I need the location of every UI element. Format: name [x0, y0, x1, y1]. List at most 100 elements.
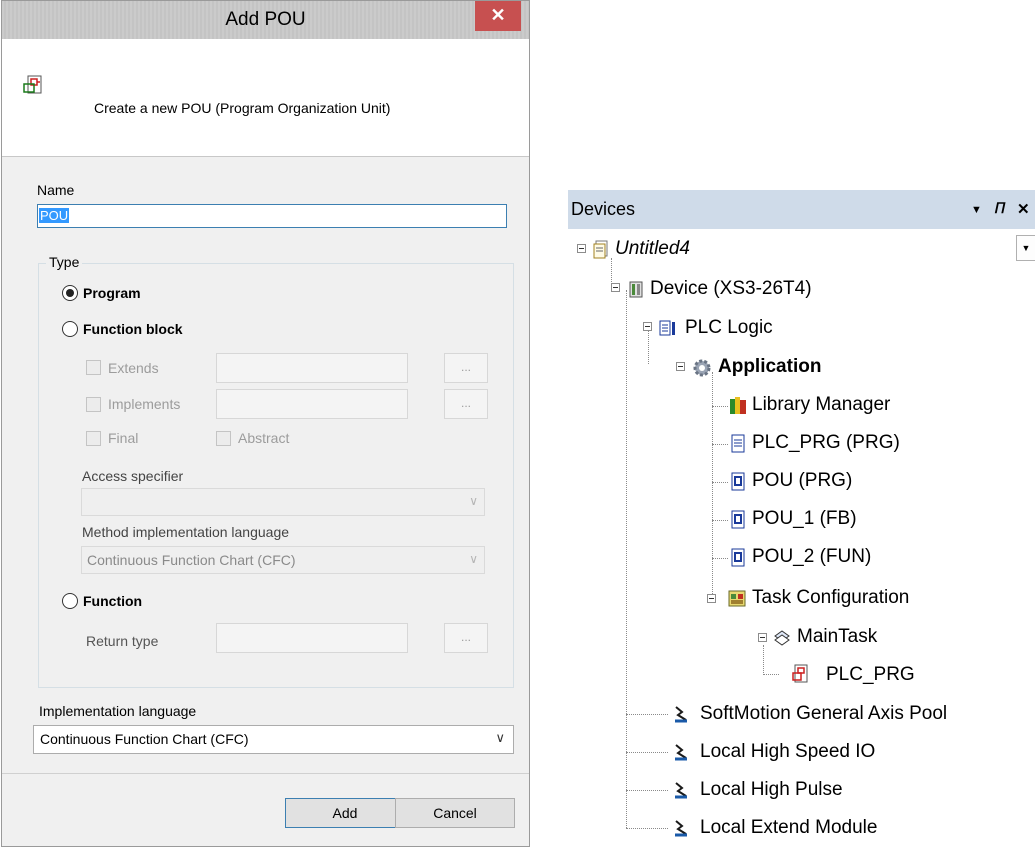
- collapse-toggle[interactable]: [577, 244, 586, 253]
- module-icon: [675, 820, 687, 837]
- add-pou-dialog: Add POU ✕ Create a new POU (Program Orga…: [1, 0, 530, 847]
- chevron-down-icon: ∨: [469, 552, 478, 566]
- name-input[interactable]: POU: [37, 204, 507, 228]
- pou-icon: [731, 472, 745, 491]
- tree-item-pou-prg[interactable]: POU (PRG): [752, 470, 852, 492]
- collapse-toggle[interactable]: [643, 322, 652, 331]
- tree-item-device[interactable]: Device (XS3-26T4): [650, 278, 812, 300]
- tree-item-softmotion-axis-pool[interactable]: SoftMotion General Axis Pool: [700, 703, 947, 725]
- library-books-icon: [730, 397, 746, 414]
- final-label: Final: [108, 430, 139, 446]
- extends-browse-button[interactable]: ...: [444, 353, 488, 383]
- tree-line: [626, 752, 668, 753]
- collapse-toggle[interactable]: [611, 283, 620, 292]
- abstract-label: Abstract: [238, 430, 290, 446]
- tree-line: [763, 674, 779, 675]
- implements-field[interactable]: [216, 389, 408, 419]
- tree-item-pou2-fun[interactable]: POU_2 (FUN): [752, 546, 871, 568]
- plc-logic-icon: [659, 320, 675, 336]
- implementation-language-label: Implementation language: [39, 703, 197, 719]
- tree-item-maintask[interactable]: MainTask: [797, 626, 877, 648]
- pin-icon[interactable]: 𝛱: [995, 200, 1005, 217]
- final-checkbox[interactable]: [86, 431, 101, 446]
- implementation-language-value: Continuous Function Chart (CFC): [40, 731, 249, 747]
- tree-line: [712, 482, 728, 483]
- tree-item-pou1-fb[interactable]: POU_1 (FB): [752, 508, 857, 530]
- cancel-button[interactable]: Cancel: [395, 798, 515, 828]
- method-language-label: Method implementation language: [82, 524, 290, 540]
- return-type-browse-button[interactable]: ...: [444, 623, 488, 653]
- implementation-language-combo[interactable]: Continuous Function Chart (CFC) ∨: [33, 725, 514, 754]
- collapse-toggle[interactable]: [758, 633, 767, 642]
- footer-divider: [2, 773, 529, 774]
- cfc-program-icon: [792, 664, 808, 683]
- function-label[interactable]: Function: [83, 593, 142, 609]
- method-language-value: Continuous Function Chart (CFC): [87, 552, 296, 568]
- devices-header: Devices ▼ 𝛱 ✕: [568, 190, 1035, 229]
- task-icon: [774, 630, 790, 646]
- program-doc-icon: [731, 434, 745, 453]
- access-specifier-combo[interactable]: ∨: [81, 488, 485, 516]
- tree-line: [712, 520, 728, 521]
- module-icon: [675, 706, 687, 723]
- extends-label: Extends: [108, 360, 159, 376]
- dialog-description: Create a new POU (Program Organization U…: [94, 100, 391, 116]
- tree-line: [626, 828, 668, 829]
- chevron-down-icon: ∨: [469, 494, 478, 508]
- dropdown-arrow-icon[interactable]: ▼: [971, 204, 982, 216]
- tree-item-plc-prg-prg[interactable]: PLC_PRG (PRG): [752, 432, 900, 454]
- application-gear-icon: [693, 359, 711, 377]
- tree-item-plc-logic[interactable]: PLC Logic: [685, 317, 773, 339]
- collapse-toggle[interactable]: [707, 594, 716, 603]
- pou-icon: [731, 510, 745, 529]
- pou-icon: [731, 548, 745, 567]
- tree-line: [763, 645, 764, 675]
- tree-line: [712, 558, 728, 559]
- tree-line: [626, 714, 668, 715]
- devices-title: Devices: [571, 199, 636, 219]
- caret-down-icon: ▼: [1021, 243, 1031, 253]
- tree-line: [626, 790, 668, 791]
- add-button[interactable]: Add: [285, 798, 405, 828]
- task-config-icon: [728, 590, 746, 607]
- tree-item-task-configuration[interactable]: Task Configuration: [752, 587, 909, 609]
- dialog-titlebar[interactable]: Add POU ✕: [2, 1, 529, 39]
- tree-dropdown-button[interactable]: ▼: [1016, 235, 1035, 261]
- tree-item-local-high-pulse[interactable]: Local High Pulse: [700, 779, 843, 801]
- implements-label: Implements: [108, 396, 181, 412]
- tree-item-local-high-speed-io[interactable]: Local High Speed IO: [700, 741, 875, 763]
- dialog-title: Add POU: [225, 9, 306, 30]
- implements-browse-button[interactable]: ...: [444, 389, 488, 419]
- program-radio[interactable]: [62, 285, 78, 301]
- tree-item-plc-prg[interactable]: PLC_PRG: [826, 664, 915, 686]
- tree-line: [712, 444, 728, 445]
- method-language-combo[interactable]: Continuous Function Chart (CFC) ∨: [81, 546, 485, 574]
- program-label[interactable]: Program: [83, 285, 141, 301]
- tree-item-local-extend-module[interactable]: Local Extend Module: [700, 817, 877, 839]
- tree-item-application[interactable]: Application: [718, 356, 821, 378]
- pou-cfc-icon: [23, 75, 42, 94]
- project-icon: [593, 240, 608, 259]
- tree-line: [626, 290, 627, 828]
- close-button[interactable]: ✕: [475, 1, 521, 31]
- name-label: Name: [37, 182, 75, 198]
- implements-checkbox[interactable]: [86, 397, 101, 412]
- access-specifier-label: Access specifier: [82, 468, 184, 484]
- tree-item-library-manager[interactable]: Library Manager: [752, 394, 890, 416]
- extends-checkbox[interactable]: [86, 360, 101, 375]
- function-radio[interactable]: [62, 593, 78, 609]
- function-block-label[interactable]: Function block: [83, 321, 183, 337]
- type-group-label: Type: [46, 254, 83, 270]
- function-block-radio[interactable]: [62, 321, 78, 337]
- return-type-field[interactable]: [216, 623, 408, 653]
- tree-line: [648, 330, 649, 364]
- close-panel-icon[interactable]: ✕: [1017, 200, 1030, 218]
- collapse-toggle[interactable]: [676, 362, 685, 371]
- module-icon: [675, 782, 687, 799]
- tree-item-untitled4[interactable]: Untitled4: [615, 238, 690, 260]
- name-input-value: POU: [39, 208, 70, 223]
- extends-field[interactable]: [216, 353, 408, 383]
- module-icon: [675, 744, 687, 761]
- device-icon: [629, 281, 643, 298]
- abstract-checkbox[interactable]: [216, 431, 231, 446]
